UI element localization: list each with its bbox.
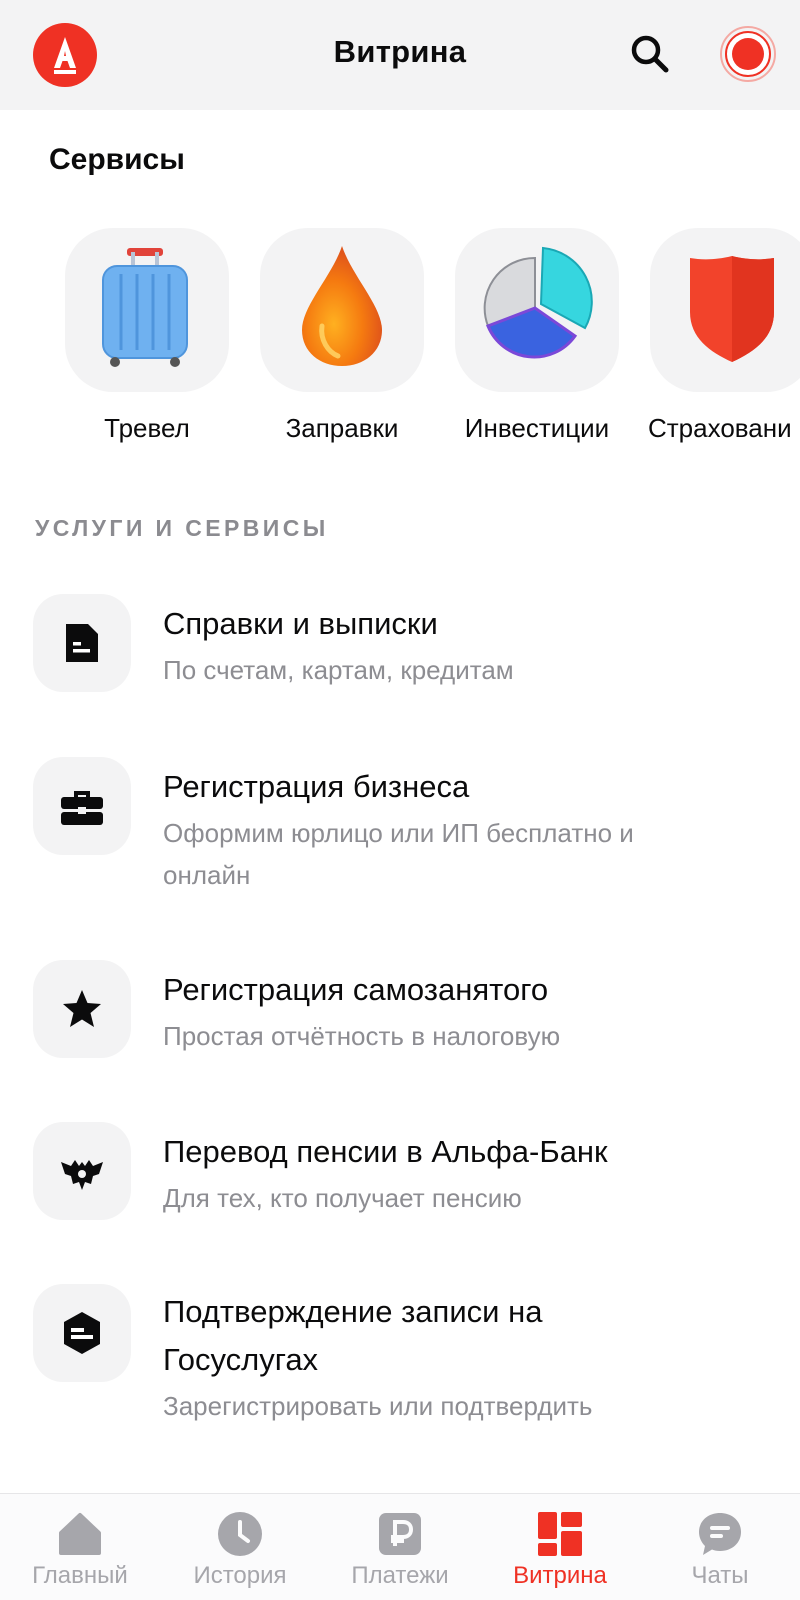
tab-payments[interactable]: Платежи: [320, 1494, 480, 1600]
row-icon-tile: [33, 1284, 131, 1382]
ruble-icon: [379, 1513, 421, 1555]
briefcase-icon: [61, 791, 103, 825]
top-bar: Витрина: [0, 0, 800, 110]
service-label: Заправки: [285, 413, 399, 443]
tab-label: История: [193, 1562, 287, 1589]
service-travel[interactable]: Тревел: [65, 228, 229, 443]
list-item-title: Перевод пенсии в Альфа-Банк: [163, 1134, 608, 1169]
row-icon-tile: [33, 757, 131, 855]
tab-showcase[interactable]: Витрина: [480, 1494, 640, 1600]
services-title: Сервисы: [49, 143, 185, 176]
list-item-title: Регистрация бизнеса: [163, 769, 470, 804]
list-item-title: Регистрация самозанятого: [163, 972, 549, 1007]
clock-icon: [218, 1512, 262, 1556]
list-item-subtitle: Простая отчётность в налоговую: [163, 1021, 561, 1051]
tab-chats[interactable]: Чаты: [640, 1494, 800, 1600]
list-item-title: Подтверждение записи на Госуслугах: [163, 1294, 543, 1377]
tab-label: Чаты: [691, 1562, 749, 1589]
list-item-subtitle: Для тех, кто получает пенсию: [163, 1183, 522, 1213]
fuel-drop-icon: [302, 246, 382, 366]
service-investments[interactable]: Инвестиции: [455, 228, 619, 443]
tab-home[interactable]: Главный: [0, 1494, 160, 1600]
document-icon: [66, 624, 98, 662]
service-fuel[interactable]: Заправки: [260, 228, 424, 443]
pie-chart-icon: [483, 246, 593, 359]
row-icon-tile: [33, 960, 131, 1058]
list-item-subtitle: По счетам, картам, кредитам: [163, 655, 514, 685]
tab-label: Платежи: [351, 1562, 449, 1589]
service-tile: [260, 228, 424, 392]
search-button[interactable]: [626, 30, 676, 80]
service-label: Страховани: [648, 413, 792, 443]
tab-label: Витрина: [513, 1562, 607, 1589]
tab-label: Главный: [32, 1562, 128, 1589]
shield-icon: [690, 256, 774, 362]
star-icon: [63, 990, 101, 1027]
search-icon: [631, 35, 669, 73]
row-icon-tile: [33, 594, 131, 692]
service-tile: [650, 228, 800, 392]
list-item-subtitle: Оформим юрлицо или ИП бесплатно и онлайн: [163, 818, 634, 890]
page-title: Витрина: [333, 34, 467, 69]
row-icon-tile: [33, 1122, 131, 1220]
record-icon: [720, 26, 776, 82]
gosuslugi-icon: [64, 1312, 100, 1354]
record-button[interactable]: [718, 24, 778, 84]
tab-history[interactable]: История: [160, 1494, 320, 1600]
service-insurance[interactable]: Страховани: [648, 228, 800, 443]
service-label: Тревел: [104, 413, 190, 443]
list-item-subtitle: Зарегистрировать или подтвердить: [163, 1391, 593, 1421]
bottom-tab-bar: Главный История Платежи Витрина Чаты: [0, 1493, 800, 1600]
suitcase-icon: [102, 248, 188, 367]
service-label: Инвестиции: [464, 413, 610, 443]
section-header-services: УСЛУГИ И СЕРВИСЫ: [35, 515, 329, 541]
service-tile: [455, 228, 619, 392]
list-item-title: Справки и выписки: [163, 606, 438, 641]
chat-icon: [699, 1513, 741, 1555]
coat-of-arms-icon: [61, 1160, 103, 1190]
showcase-icon: [538, 1512, 582, 1556]
home-icon: [59, 1513, 101, 1555]
service-tile: [65, 228, 229, 392]
